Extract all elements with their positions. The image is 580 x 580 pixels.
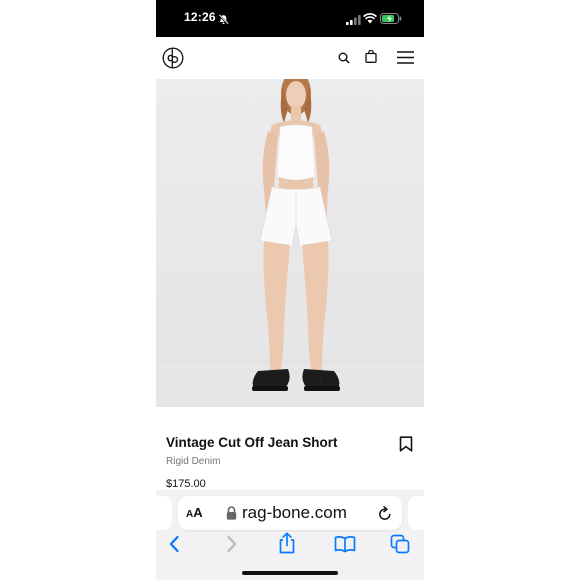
product-price: $175.00 <box>166 478 206 490</box>
rb-logo-icon[interactable] <box>162 47 184 74</box>
menu-icon[interactable] <box>397 51 414 69</box>
bookmark-icon[interactable] <box>399 436 413 457</box>
forward-icon[interactable] <box>226 535 238 558</box>
safari-toolbar: AA rag-bone.com <box>156 490 424 580</box>
phone-screen: 12:26 Vintage Cut Off Jean Short Rigid D… <box>156 0 424 580</box>
url-text[interactable]: rag-bone.com <box>242 503 347 523</box>
model-photo <box>156 79 424 407</box>
lock-icon <box>226 506 237 525</box>
signal-icon <box>346 12 361 30</box>
site-header <box>156 37 424 79</box>
text-size-button[interactable]: AA <box>186 505 203 520</box>
address-bar[interactable]: AA rag-bone.com <box>178 496 402 530</box>
search-icon[interactable] <box>338 51 350 69</box>
product-image[interactable] <box>156 79 424 407</box>
bag-icon[interactable] <box>365 49 377 68</box>
product-title[interactable]: Vintage Cut Off Jean Short <box>166 435 338 450</box>
previous-tab-pill[interactable] <box>156 496 172 530</box>
product-color: Rigid Denim <box>166 456 221 467</box>
back-icon[interactable] <box>168 535 180 558</box>
status-time: 12:26 <box>184 10 216 24</box>
bookmarks-icon[interactable] <box>334 535 356 558</box>
reload-icon[interactable] <box>378 506 392 526</box>
home-indicator <box>242 571 338 575</box>
battery-charging-icon <box>380 11 402 29</box>
tabs-icon[interactable] <box>390 534 410 559</box>
product-info: Vintage Cut Off Jean Short Rigid Denim $… <box>156 407 424 497</box>
silent-bell-icon <box>218 12 229 30</box>
share-icon[interactable] <box>278 532 296 559</box>
next-tab-pill[interactable] <box>408 496 424 530</box>
status-bar: 12:26 <box>156 0 424 37</box>
wifi-icon <box>362 11 378 29</box>
